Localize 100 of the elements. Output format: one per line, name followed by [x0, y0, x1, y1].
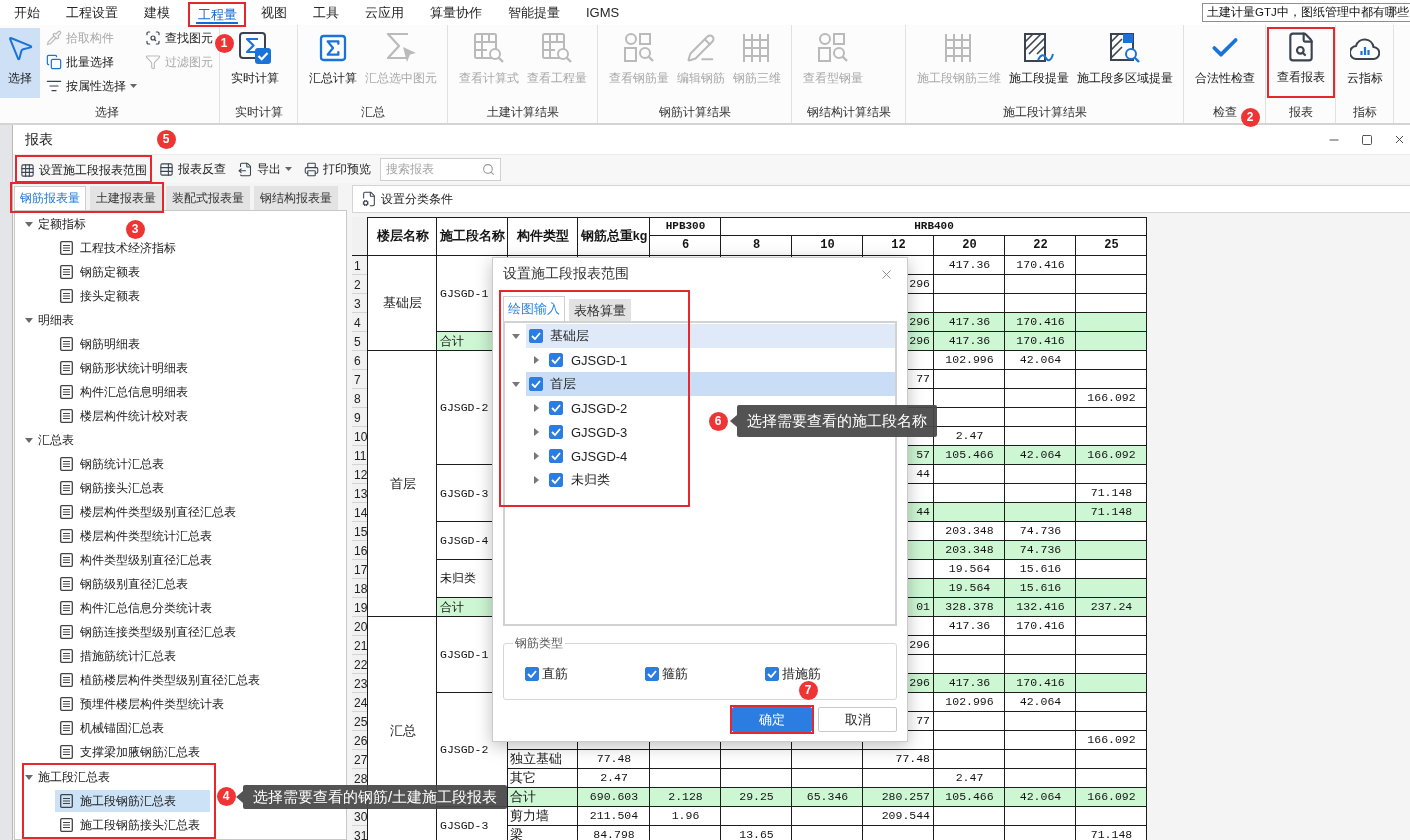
checkbox-option[interactable]: 箍筋: [645, 665, 688, 683]
triangle-down-icon[interactable]: [25, 221, 33, 227]
row-number: 2: [354, 278, 361, 291]
tree-item[interactable]: 楼层构件类型统计汇总表: [55, 525, 217, 547]
tree-item[interactable]: 钢筋级别直径汇总表: [55, 573, 210, 595]
menu-tab[interactable]: 建模: [131, 0, 183, 25]
toolbar-button[interactable]: 导出: [235, 157, 295, 181]
checkbox[interactable]: [549, 449, 563, 463]
maximize-icon[interactable]: [1361, 133, 1373, 146]
tree-item[interactable]: 基础层: [526, 324, 895, 348]
ribbon-button[interactable]: 按属性选择: [46, 74, 137, 98]
tree-item[interactable]: 钢筋明细表: [55, 333, 210, 355]
checkbox[interactable]: [549, 425, 563, 439]
ribbon-button[interactable]: 查看报表: [1273, 29, 1329, 96]
triangle-right-icon[interactable]: [534, 404, 539, 412]
triangle-down-icon[interactable]: [511, 381, 520, 387]
triangle-right-icon[interactable]: [534, 452, 539, 460]
menu-tab[interactable]: 算量协作: [417, 0, 495, 25]
cell-text: 77.48: [895, 752, 930, 766]
toolbar-button[interactable]: 报表反查: [156, 157, 229, 181]
report-tab[interactable]: 装配式报表量: [166, 186, 250, 210]
tree-item[interactable]: 措施筋统计汇总表: [55, 645, 210, 667]
ribbon-button[interactable]: 汇总计算: [305, 28, 361, 98]
checkbox[interactable]: [645, 667, 659, 681]
tree-item[interactable]: 预埋件楼层构件类型统计表: [55, 693, 229, 715]
triangle-down-icon[interactable]: [25, 437, 33, 443]
dialog-tab[interactable]: 表格算量: [569, 299, 631, 321]
tree-item[interactable]: GJSGD-1: [547, 348, 895, 372]
search-field[interactable]: 搜索报表: [380, 157, 501, 181]
tree-item[interactable]: 钢筋定额表: [55, 261, 210, 283]
menu-tab[interactable]: 视图: [248, 0, 300, 25]
checkbox[interactable]: [529, 377, 543, 391]
triangle-down-icon[interactable]: [25, 774, 33, 780]
menu-tab[interactable]: 工程量: [190, 4, 244, 25]
tree-item[interactable]: 接头定额表: [55, 285, 210, 307]
tree-item[interactable]: 钢筋统计汇总表: [55, 453, 210, 475]
triangle-down-icon[interactable]: [25, 317, 33, 323]
ribbon-button[interactable]: 施工段多区域提量: [1073, 28, 1177, 98]
report-tab[interactable]: 钢结构报表量: [254, 186, 338, 210]
menu-tab[interactable]: IGMS: [573, 0, 633, 25]
ribbon-button[interactable]: 施工段提量: [1005, 28, 1073, 98]
checkbox[interactable]: [529, 329, 543, 343]
triangle-right-icon[interactable]: [534, 476, 539, 484]
triangle-right-icon[interactable]: [534, 428, 539, 436]
checkbox[interactable]: [525, 667, 539, 681]
menu-tab[interactable]: 工程设置: [53, 0, 131, 25]
checkbox[interactable]: [549, 473, 563, 487]
tree-item[interactable]: 植筋楼层构件类型级别直径汇总表: [55, 669, 265, 691]
ok-button[interactable]: 确定: [732, 707, 812, 732]
condition-button[interactable]: 设置分类条件: [358, 187, 456, 211]
ribbon-button[interactable]: 查找图元: [145, 26, 213, 50]
tree-item[interactable]: 未归类: [547, 468, 895, 492]
cell-text: 15.616: [1019, 562, 1062, 576]
dialog-tab[interactable]: 绘图输入: [503, 296, 565, 321]
toolbar-button[interactable]: 设置施工段报表范围: [17, 159, 150, 181]
tree-item[interactable]: 工程技术经济指标: [55, 237, 210, 259]
ribbon-button[interactable]: 合法性检查: [1191, 28, 1259, 98]
tree-item[interactable]: 楼层构件统计校对表: [55, 405, 210, 427]
tree-item[interactable]: 构件汇总信息明细表: [55, 381, 210, 403]
tree-group[interactable]: 汇总表: [15, 428, 76, 452]
tree-item[interactable]: 构件类型级别直径汇总表: [55, 549, 217, 571]
tree-item[interactable]: 机械锚固汇总表: [55, 717, 210, 739]
tree-item[interactable]: 构件汇总信息分类统计表: [55, 597, 217, 619]
tree-group[interactable]: 明细表: [15, 308, 76, 332]
report-tab[interactable]: 土建报表量: [90, 186, 162, 210]
menu-tab[interactable]: 云应用: [352, 0, 417, 25]
report-tab[interactable]: 钢筋报表量: [14, 186, 86, 210]
checkbox-option[interactable]: 措施筋: [765, 665, 821, 683]
search-input[interactable]: 搜索报表: [386, 162, 482, 176]
menu-tab[interactable]: 开始: [1, 0, 53, 25]
cell-text: 77.48: [596, 752, 632, 766]
tree-item[interactable]: 钢筋形状统计明细表: [55, 357, 210, 379]
checkbox[interactable]: [765, 667, 779, 681]
tree-item[interactable]: 首层: [526, 372, 895, 396]
checkbox[interactable]: [549, 401, 563, 415]
tree-item[interactable]: 钢筋接头汇总表: [55, 477, 210, 499]
tree-item[interactable]: 楼层构件类型级别直径汇总表: [55, 501, 241, 523]
close-icon[interactable]: [1393, 133, 1406, 146]
column-header: 构件类型: [517, 229, 569, 244]
tree-item[interactable]: 钢筋连接类型级别直径汇总表: [55, 621, 241, 643]
checkbox-option[interactable]: 直筋: [525, 665, 568, 683]
search-icon[interactable]: [482, 162, 495, 176]
tree-group[interactable]: 定额指标: [15, 212, 88, 236]
checkbox[interactable]: [549, 353, 563, 367]
toolbar-button[interactable]: 打印预览: [301, 157, 374, 181]
menu-tab[interactable]: 工具: [300, 0, 352, 25]
tree-group[interactable]: 施工段汇总表: [24, 765, 112, 789]
tree-item[interactable]: 施工段钢筋汇总表: [55, 790, 210, 812]
tree-item[interactable]: 施工段钢筋接头汇总表: [55, 814, 210, 836]
menu-tab[interactable]: 智能提量: [495, 0, 573, 25]
ribbon-button[interactable]: 批量选择: [46, 50, 137, 74]
search-field[interactable]: 土建计量GTJ中，图纸管理中都有哪些: [1202, 3, 1410, 22]
triangle-down-icon[interactable]: [511, 333, 520, 339]
ribbon-button[interactable]: 选择: [0, 28, 40, 98]
tree-item[interactable]: GJSGD-4: [547, 444, 895, 468]
tree-item[interactable]: 支撑梁加腋钢筋汇总表: [55, 741, 210, 763]
ribbon-button[interactable]: 云指标: [1343, 28, 1387, 98]
cancel-button[interactable]: 取消: [818, 707, 897, 732]
cell-text: 57: [916, 448, 930, 462]
triangle-right-icon[interactable]: [534, 356, 539, 364]
